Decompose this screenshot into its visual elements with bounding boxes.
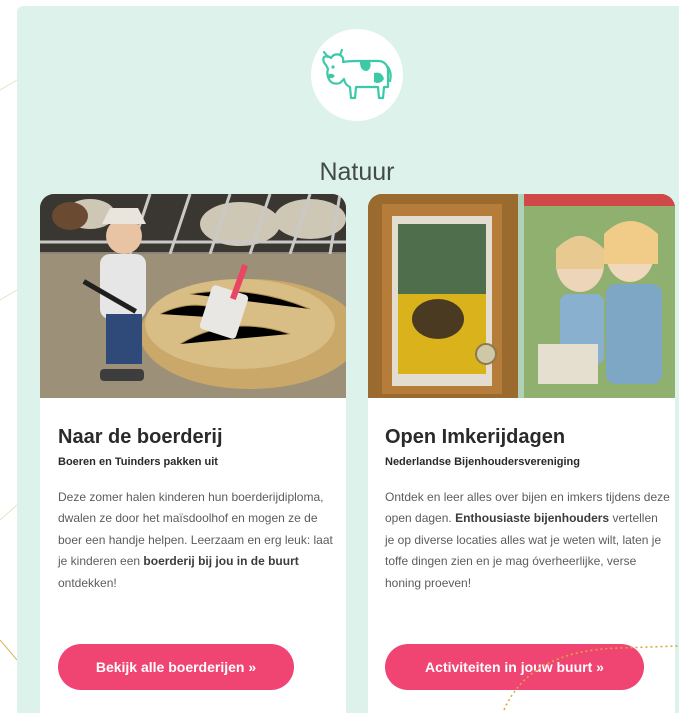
card-subtitle: Nederlandse Bijenhoudersvereniging [385, 456, 580, 468]
farm-link-text: boerderij bij jou in de buurt [143, 554, 299, 569]
card-description: Deze zomer halen kinderen hun boerderijd… [58, 490, 333, 590]
card-title: Open Imkerijdagen [385, 426, 566, 448]
section-logo [311, 29, 403, 121]
card-title: Naar de boerderij [58, 426, 223, 448]
cow-icon [322, 48, 392, 100]
view-farms-button[interactable]: Bekijk alle boerderijen » [58, 644, 294, 690]
card-farm: Naar de boerderij Boeren en Tuinders pak… [40, 194, 346, 724]
beekeeping-photo [368, 194, 675, 398]
card-subtitle: Boeren en Tuinders pakken uit [58, 456, 218, 468]
dotted-swirl-decoration [503, 645, 679, 711]
card-description: Ontdek en leer alles over bijen en imker… [385, 490, 670, 590]
section-title: Natuur [319, 157, 395, 186]
farm-photo [40, 194, 346, 398]
beekeepers-link-text: Enthousiaste bijenhouders [455, 511, 610, 526]
